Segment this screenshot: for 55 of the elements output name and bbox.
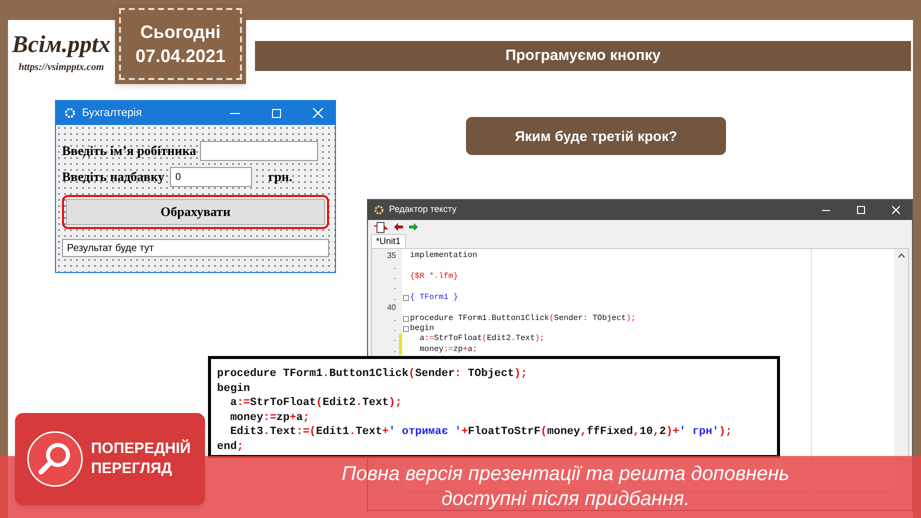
maximize-icon[interactable] xyxy=(272,108,281,118)
scroll-up-icon[interactable] xyxy=(898,253,904,258)
maximize-icon[interactable] xyxy=(857,206,865,214)
fold-marker[interactable] xyxy=(403,326,409,332)
close-icon[interactable] xyxy=(892,206,900,214)
form-window-title: Бухгалтерія xyxy=(82,106,143,121)
line-number: . xyxy=(394,282,397,292)
editor-window-title: Редактор тексту xyxy=(389,203,458,216)
line-number: 40 xyxy=(387,303,397,314)
code-line: end; xyxy=(217,440,244,454)
line-number: . xyxy=(394,262,397,272)
code-line: money:=zp+a; xyxy=(229,410,310,425)
date-text: 07.04.2021 xyxy=(135,47,226,65)
back-arrow-icon[interactable] xyxy=(394,223,403,231)
calculate-button[interactable]: Обрахувати xyxy=(66,199,325,225)
bonus-label: Введіть надбавку xyxy=(62,168,164,186)
fold-marker[interactable] xyxy=(403,294,409,301)
code-line: a:=StrToFloat(Edit2.Text); xyxy=(418,334,544,344)
banner-message: доступні після придбання. xyxy=(441,487,690,512)
code-line: money:=zp+a; xyxy=(418,344,478,355)
line-number: 35 xyxy=(387,251,397,262)
name-label: Введіть ім’я робітника xyxy=(62,142,196,160)
logo-title: Всім.pptx xyxy=(12,31,110,60)
today-label: Сьогодні xyxy=(140,23,221,41)
code-line: begin xyxy=(410,324,434,334)
code-line: begin xyxy=(217,382,252,396)
code-line: implementation xyxy=(410,251,478,262)
editor-tab[interactable]: *Unit1 xyxy=(371,234,406,248)
fold-marker[interactable] xyxy=(403,316,409,322)
forward-arrow-icon[interactable] xyxy=(409,223,418,231)
search-icon xyxy=(27,431,83,487)
code-line: Edit3.Text:=(Edit1.Text+' отримає '+FloatToStrF(money,ffFixed,10,2)+' грн'); xyxy=(229,425,734,440)
bonus-input-field[interactable]: 0 xyxy=(170,167,252,187)
line-number: . xyxy=(394,292,397,303)
line-number: . xyxy=(394,324,397,334)
logo-url: https://vsimpptx.com xyxy=(18,61,104,75)
line-number: . xyxy=(394,334,397,344)
code-line: procedure TForm1.Button1Click(Sender: TObject); xyxy=(217,367,528,382)
code-line: procedure TForm1.Button1Click(Sender: TObject); xyxy=(410,314,636,324)
question-button[interactable]: Яким буде третій крок? xyxy=(466,117,726,155)
line-number: . xyxy=(394,272,397,282)
slide-title: Програмуємо кнопку xyxy=(255,41,911,71)
currency-label: грн. xyxy=(268,168,292,186)
preview-badge-label: ПОПЕРЕДНІЙ ПЕРЕГЛЯД xyxy=(91,439,192,479)
code-line: {$R *.lfm} xyxy=(410,272,458,282)
name-input-field[interactable] xyxy=(200,141,318,161)
document-icon[interactable] xyxy=(374,222,388,232)
line-number: . xyxy=(394,314,397,324)
minimize-icon[interactable] xyxy=(230,112,240,114)
code-line: { TForm1 } xyxy=(410,292,458,303)
banner-message: Повна версія презентації та решта доповнень xyxy=(342,462,790,487)
close-icon[interactable] xyxy=(313,108,323,118)
result-field: Результат буде тут xyxy=(62,239,329,257)
line-number: . xyxy=(394,344,397,355)
code-line: a:=StrToFloat(Edit2.Text); xyxy=(229,396,403,410)
